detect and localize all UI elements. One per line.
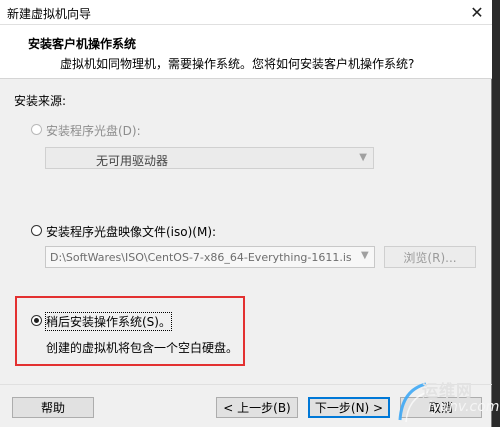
browse-button[interactable]: 浏览(R)... bbox=[384, 246, 476, 268]
new-vm-wizard-window: 新建虚拟机向导 ✕ 安装客户机操作系统 虚拟机如同物理机，需要操作系统。您将如何… bbox=[0, 0, 492, 427]
iso-path-combobox[interactable]: D:\SoftWares\ISO\CentOS-7-x86_64-Everyth… bbox=[45, 246, 375, 268]
title-bar: 新建虚拟机向导 ✕ bbox=[0, 0, 492, 25]
close-icon[interactable]: ✕ bbox=[466, 2, 488, 22]
drive-select[interactable]: 无可用驱动器 ▼ bbox=[45, 147, 374, 169]
help-button[interactable]: 帮助 bbox=[12, 397, 94, 418]
installer-disc-label: 安装程序光盘(D): bbox=[46, 124, 141, 138]
chevron-down-icon: ▼ bbox=[359, 152, 367, 163]
watermark-url: iyunv.com bbox=[428, 399, 500, 415]
iso-path-value: D:\SoftWares\ISO\CentOS-7-x86_64-Everyth… bbox=[50, 250, 352, 264]
back-button[interactable]: < 上一步(B) bbox=[216, 397, 298, 418]
background-strip bbox=[492, 0, 500, 427]
site-watermark: 运维网 iyunv.com bbox=[392, 372, 500, 427]
page-description: 虚拟机如同物理机，需要操作系统。您将如何安装客户机操作系统? bbox=[60, 57, 415, 71]
page-title: 安装客户机操作系统 bbox=[28, 37, 137, 51]
iso-image-radio[interactable] bbox=[31, 225, 42, 236]
chevron-down-icon[interactable]: ▼ bbox=[361, 250, 369, 261]
wizard-header: 安装客户机操作系统 虚拟机如同物理机，需要操作系统。您将如何安装客户机操作系统? bbox=[0, 25, 492, 79]
install-later-label: 稍后安装操作系统(S)。 bbox=[45, 312, 172, 331]
watermark-text: 运维网 bbox=[422, 381, 474, 400]
window-title: 新建虚拟机向导 bbox=[7, 7, 92, 21]
installer-disc-radio[interactable] bbox=[31, 124, 42, 135]
install-later-radio[interactable] bbox=[31, 315, 42, 326]
install-source-label: 安装来源: bbox=[14, 94, 67, 108]
iso-image-label: 安装程序光盘映像文件(iso)(M): bbox=[46, 225, 217, 239]
install-later-description: 创建的虚拟机将包含一个空白硬盘。 bbox=[46, 341, 239, 355]
next-button[interactable]: 下一步(N) > bbox=[308, 397, 390, 418]
drive-select-value: 无可用驱动器 bbox=[96, 154, 169, 168]
